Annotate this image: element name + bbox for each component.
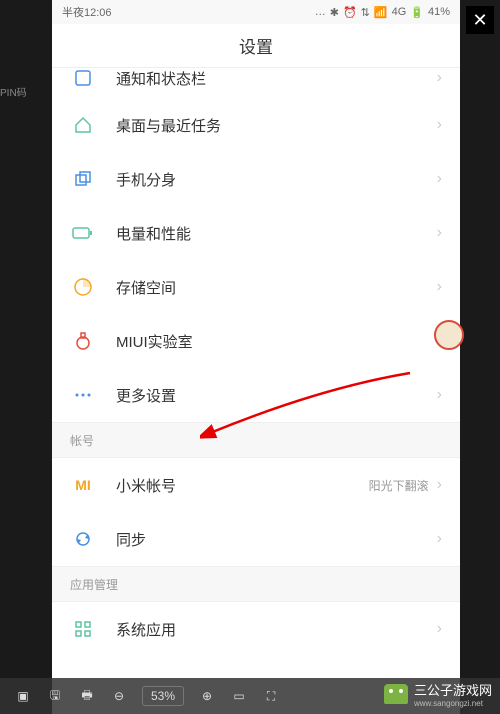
row-storage[interactable]: 存储空间 › [52,260,460,314]
row-label: 电量和性能 [116,223,437,244]
status-bar: 半夜12:06 … ✱ ⏰ ⇅ 📶 4G 🔋 41% [52,0,460,24]
bluetooth-icon: ✱ [330,6,339,19]
close-button[interactable]: ✕ [466,6,494,34]
row-label: 桌面与最近任务 [116,115,437,136]
dots-icon: … [315,6,326,18]
tool-zoom-out-icon[interactable]: ⊖ [110,687,128,705]
chevron-right-icon: › [437,476,442,494]
row-label: MIUI实验室 [116,331,437,352]
data-icon: ⇅ [361,6,370,19]
chevron-right-icon: › [437,278,442,296]
row-label: 更多设置 [116,385,437,406]
viewer-bg-left: PIN码 [0,0,52,714]
alarm-icon: ⏰ [343,6,357,19]
row-value: 阳光下翻滚 [369,477,429,494]
notification-icon [70,65,96,91]
chevron-right-icon: › [437,116,442,134]
tool-expand-icon[interactable]: ⛶ [262,687,280,705]
viewer-bg-right [460,0,500,714]
section-app: 应用管理 [52,566,460,602]
brand-name: 三公子游戏网 [414,683,492,698]
phone-screen: 半夜12:06 … ✱ ⏰ ⇅ 📶 4G 🔋 41% 设置 通知和状态栏 › 桌… [52,0,460,714]
row-label: 存储空间 [116,277,437,298]
row-label: 系统应用 [116,619,437,640]
watermark-brand: 三公子游戏网 www.sangongzi.net [384,680,492,708]
tool-zoom-in-icon[interactable]: ⊕ [198,687,216,705]
row-mi-account[interactable]: MI 小米帐号 阳光下翻滚 › [52,458,460,512]
chevron-right-icon: › [437,69,442,87]
row-more-settings[interactable]: 更多设置 › [52,368,460,422]
row-second-space[interactable]: 手机分身 › [52,152,460,206]
android-mascot-icon [384,684,408,704]
dots-icon [70,382,96,408]
floating-mascot [434,320,464,350]
mi-icon: MI [70,472,96,498]
copy-icon [70,166,96,192]
battery-label: 41% [428,6,450,18]
row-sync[interactable]: 同步 › [52,512,460,566]
signal-icon: 📶 [374,6,388,19]
chevron-right-icon: › [437,170,442,188]
row-label: 手机分身 [116,169,437,190]
tool-save-icon[interactable]: 🖫 [46,687,64,705]
status-right: … ✱ ⏰ ⇅ 📶 4G 🔋 41% [315,6,450,19]
status-time: 半夜12:06 [62,4,112,20]
battery-icon [70,220,96,246]
home-icon [70,112,96,138]
row-miui-lab[interactable]: MIUI实验室 › [52,314,460,368]
row-label: 同步 [116,529,437,550]
row-notification[interactable]: 通知和状态栏 › [52,58,460,98]
page-title: 设置 [239,33,273,58]
bg-left-text: PIN码 [0,84,27,99]
row-label: 小米帐号 [116,475,369,496]
tool-nav-icon[interactable]: ▣ [14,687,32,705]
tool-fit-icon[interactable]: ▭ [230,687,248,705]
storage-icon [70,274,96,300]
row-label: 通知和状态栏 [116,68,437,89]
row-desktop[interactable]: 桌面与最近任务 › [52,98,460,152]
chevron-right-icon: › [437,386,442,404]
row-system-apps[interactable]: 系统应用 › [52,602,460,656]
battery-icon: 🔋 [410,6,424,19]
lab-icon [70,328,96,354]
chevron-right-icon: › [437,224,442,242]
zoom-level[interactable]: 53% [142,686,184,706]
chevron-right-icon: › [437,620,442,638]
settings-list: 通知和状态栏 › 桌面与最近任务 › 手机分身 › 电量和性能 › 存储空间 ›… [52,58,460,656]
brand-url: www.sangongzi.net [414,699,492,708]
grid-icon [70,616,96,642]
sync-icon [70,526,96,552]
section-account: 帐号 [52,422,460,458]
row-battery[interactable]: 电量和性能 › [52,206,460,260]
tool-print-icon[interactable]: 🖶 [78,687,96,705]
chevron-right-icon: › [437,530,442,548]
network-label: 4G [392,6,407,18]
